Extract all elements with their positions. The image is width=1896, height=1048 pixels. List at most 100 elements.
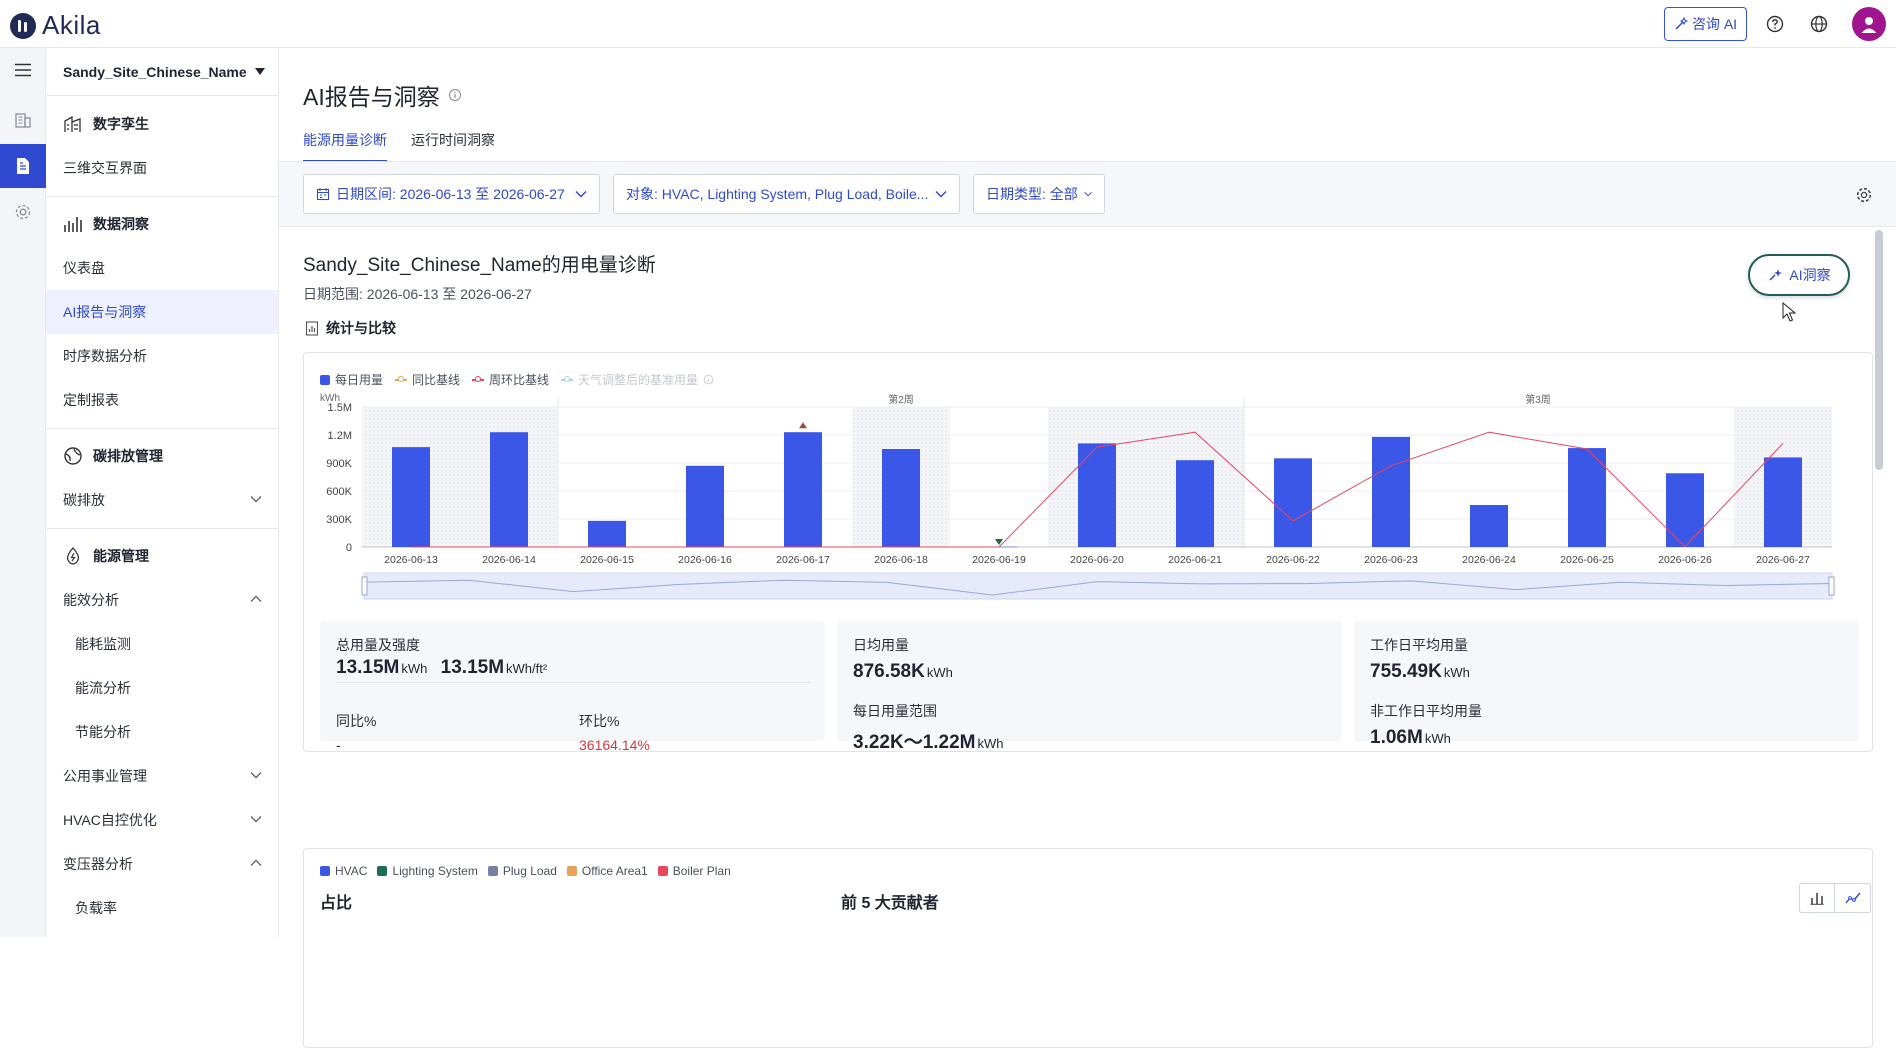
divider: [46, 528, 278, 529]
chevron-up-icon: [250, 859, 262, 866]
y-tick-label: 900K: [326, 458, 352, 470]
share-title: 占比: [320, 895, 353, 912]
info-icon[interactable]: [448, 88, 462, 102]
legend-daily-usage[interactable]: 每日用量: [320, 371, 383, 388]
legend-boiler[interactable]: Boiler Plan: [657, 864, 731, 878]
bar-daily-usage: [1176, 460, 1214, 547]
kpi-daily-avg-value: 876.58K kWh: [853, 661, 953, 682]
week-label: 第2周: [888, 393, 914, 406]
digital-twin-icon: [64, 115, 81, 132]
kpi-total-value: 13.15M kWh 13.15M kWh/ft²: [336, 657, 548, 678]
site-selector[interactable]: Sandy_Site_Chinese_Name: [46, 48, 278, 96]
chart-legend: 每日用量 同比基线 周环比基线 天气调整后的基准用量: [320, 371, 714, 388]
x-tick-label: 2026-06-18: [874, 554, 928, 566]
section-data-insight: 数据洞察: [46, 202, 278, 246]
legend-lighting[interactable]: Lighting System: [377, 864, 478, 878]
y-tick-label: 1.5M: [328, 402, 352, 414]
rail-settings[interactable]: [0, 190, 46, 234]
user-avatar[interactable]: [1852, 7, 1886, 41]
kpi-mom-label: 环比%: [579, 713, 620, 729]
rail-reports[interactable]: [0, 144, 46, 188]
legend-hvac[interactable]: HVAC: [320, 864, 367, 878]
bar-view-button[interactable]: [1799, 883, 1835, 913]
zoom-handle-left: [361, 576, 368, 596]
kpi-workday: 工作日平均用量 755.49K kWh 非工作日平均用量 1.06M kWh: [1354, 621, 1859, 748]
help-icon[interactable]: [1764, 13, 1786, 35]
bar-daily-usage: [588, 520, 626, 547]
kpi-yoy-label: 同比%: [336, 713, 377, 729]
anomaly-up-marker: [799, 422, 807, 429]
top-bar: Akila 咨询 AI: [0, 0, 1896, 48]
sidebar-item-energy-flow[interactable]: 能流分析: [46, 666, 278, 710]
divider: [46, 428, 278, 429]
globe-icon[interactable]: [1808, 13, 1830, 35]
sidebar-item-load-rate[interactable]: 负载率: [46, 886, 278, 930]
kpi-nonworkday-value: 1.06M kWh: [1370, 727, 1451, 748]
line-view-button[interactable]: [1835, 883, 1871, 913]
menu-toggle[interactable]: [0, 48, 46, 92]
sidebar-item-transformer[interactable]: 变压器分析: [46, 842, 278, 886]
divider: [336, 682, 810, 683]
object-filter[interactable]: 对象: HVAC, Lighting System, Plug Load, Bo…: [613, 174, 960, 214]
ask-ai-button[interactable]: 咨询 AI: [1664, 7, 1747, 41]
info-icon: [703, 374, 714, 385]
gear-icon: [15, 204, 31, 220]
x-tick-label: 2026-06-27: [1756, 554, 1810, 566]
report-icon: [17, 158, 29, 174]
sidebar-item-efficiency[interactable]: 能效分析: [46, 578, 278, 622]
chart-type-toggle: [1799, 883, 1871, 913]
tab-runtime-insight[interactable]: 运行时间洞察: [411, 130, 495, 162]
bar-daily-usage: [1078, 443, 1116, 547]
diagnosis-title: Sandy_Site_Chinese_Name的用电量诊断: [303, 255, 656, 276]
sidebar-item-consumption-monitor[interactable]: 能耗监测: [46, 622, 278, 666]
legend-office-area[interactable]: Office Area1: [566, 864, 648, 878]
x-tick-label: 2026-06-14: [482, 554, 536, 566]
section-carbon: 碳排放管理: [46, 434, 278, 478]
scrollbar[interactable]: [1875, 230, 1883, 470]
sparkle-icon: [1769, 269, 1783, 281]
chevron-down-icon: [250, 772, 262, 779]
sidebar-item-savings[interactable]: 节能分析: [46, 710, 278, 754]
legend-yoy-baseline[interactable]: 同比基线: [395, 371, 460, 388]
tab-bar: 能源用量诊断 运行时间洞察: [303, 130, 495, 162]
sidebar: Sandy_Site_Chinese_Name 数字孪生 三维交互界面 数据洞察…: [46, 48, 279, 937]
bar-daily-usage: [1274, 458, 1312, 547]
x-tick-label: 2026-06-22: [1266, 554, 1320, 566]
bar-daily-usage: [1666, 473, 1704, 547]
legend-wow-baseline[interactable]: 周环比基线: [472, 371, 549, 388]
sidebar-item-utility[interactable]: 公用事业管理: [46, 754, 278, 798]
legend-weather-baseline[interactable]: 天气调整后的基准用量: [561, 371, 714, 388]
breakdown-legend: HVAC Lighting System Plug Load Office Ar…: [320, 864, 731, 878]
weekend-shade: [362, 407, 558, 547]
sidebar-item-3d[interactable]: 三维交互界面: [46, 146, 278, 190]
x-tick-label: 2026-06-24: [1462, 554, 1516, 566]
legend-plug-load[interactable]: Plug Load: [487, 864, 557, 878]
tab-energy-diagnosis[interactable]: 能源用量诊断: [303, 130, 387, 162]
sidebar-item-ai-report[interactable]: AI报告与洞察: [46, 290, 278, 334]
line-chart-icon: [1844, 892, 1861, 904]
usage-chart[interactable]: kWh 第2周 第3周0300K600K900K1.2M1.5M2026-06-13…: [304, 393, 1872, 603]
settings-button[interactable]: [1855, 186, 1873, 207]
app-logo[interactable]: Akila: [10, 10, 101, 41]
logo-icon: [10, 12, 36, 39]
sidebar-item-dashboard[interactable]: 仪表盘: [46, 246, 278, 290]
date-type-filter[interactable]: 日期类型: 全部: [973, 174, 1105, 214]
kpi-workday-label: 工作日平均用量: [1370, 637, 1468, 653]
kpi-nonworkday-label: 非工作日平均用量: [1370, 703, 1482, 719]
building-icon: [15, 113, 31, 128]
zoom-slider-track: [363, 572, 1833, 600]
sidebar-item-carbon[interactable]: 碳排放: [46, 478, 278, 522]
x-tick-label: 2026-06-23: [1364, 554, 1418, 566]
x-tick-label: 2026-06-19: [972, 554, 1026, 566]
rail-buildings[interactable]: [0, 98, 46, 142]
date-range-filter[interactable]: 日期区间: 2026-06-13 至 2026-06-27: [303, 174, 600, 214]
divider: [46, 196, 278, 197]
sidebar-item-timeseries[interactable]: 时序数据分析: [46, 334, 278, 378]
sidebar-item-hvac[interactable]: HVAC自控优化: [46, 798, 278, 842]
x-tick-label: 2026-06-15: [580, 554, 634, 566]
stats-heading: 统计与比较: [305, 318, 396, 338]
ai-insight-button[interactable]: AI洞察: [1748, 254, 1850, 296]
sidebar-item-custom-report[interactable]: 定制报表: [46, 378, 278, 422]
icon-rail: [0, 48, 46, 937]
bar-daily-usage: [1470, 505, 1508, 547]
